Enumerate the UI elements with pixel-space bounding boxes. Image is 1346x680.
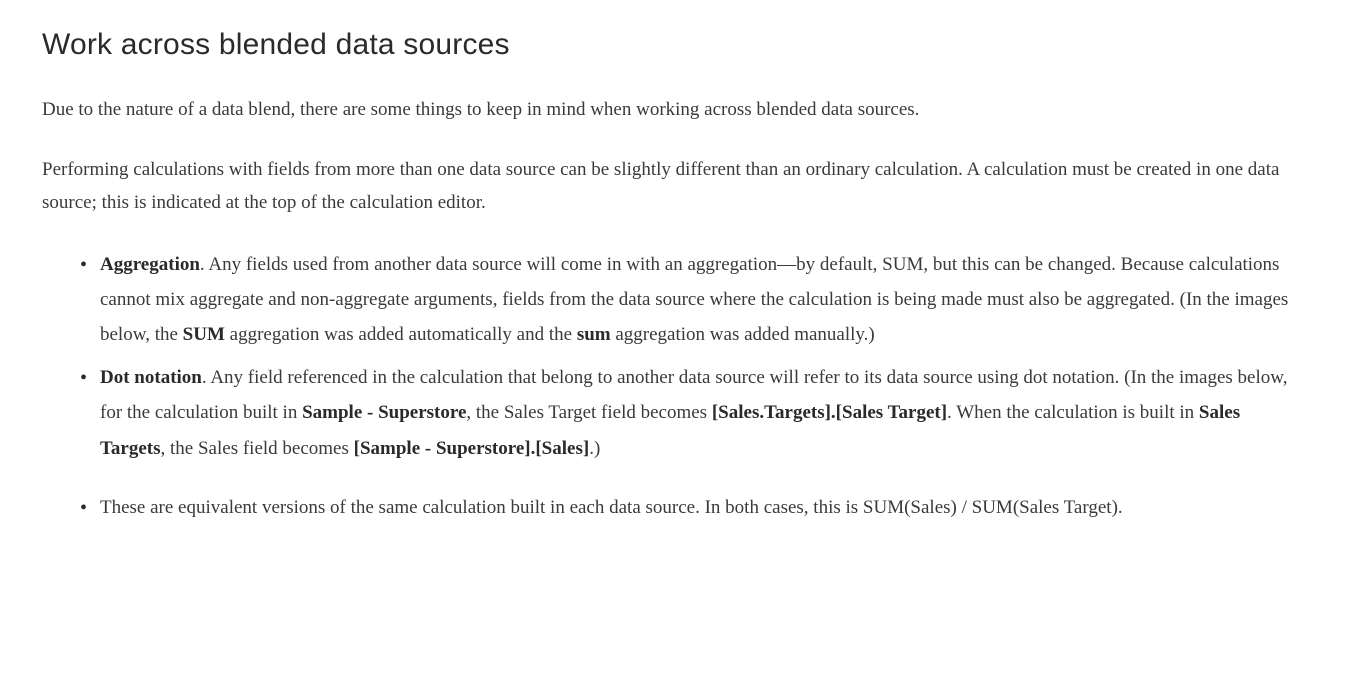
intro-paragraph-2: Performing calculations with fields from… bbox=[42, 154, 1304, 219]
bullet-bold: Sample - Superstore bbox=[302, 402, 466, 423]
bullet-text: , the Sales Target field becomes bbox=[466, 402, 711, 423]
bullet-bold: SUM bbox=[183, 324, 225, 345]
bullet-text: .) bbox=[589, 438, 600, 459]
bullet-text: . When the calculation is built in bbox=[947, 402, 1199, 423]
bullet-bold: [Sales.Targets].[Sales Target] bbox=[712, 402, 947, 423]
section-heading: Work across blended data sources bbox=[42, 28, 1304, 62]
bullet-bold: sum bbox=[577, 324, 611, 345]
bullet-list: Aggregation. Any fields used from anothe… bbox=[42, 247, 1304, 525]
bullet-aggregation: Aggregation. Any fields used from anothe… bbox=[100, 247, 1304, 352]
bullet-equivalent-versions: These are equivalent versions of the sam… bbox=[100, 490, 1304, 525]
bullet-term: Aggregation bbox=[100, 254, 200, 275]
intro-paragraph-1: Due to the nature of a data blend, there… bbox=[42, 94, 1304, 126]
bullet-term: Dot notation bbox=[100, 367, 202, 388]
bullet-dot-notation: Dot notation. Any field referenced in th… bbox=[100, 360, 1304, 465]
bullet-text: , the Sales field becomes bbox=[161, 438, 354, 459]
bullet-bold: [Sample - Superstore].[Sales] bbox=[354, 438, 590, 459]
bullet-text: aggregation was added automatically and … bbox=[225, 324, 577, 345]
bullet-text: aggregation was added manually.) bbox=[611, 324, 875, 345]
